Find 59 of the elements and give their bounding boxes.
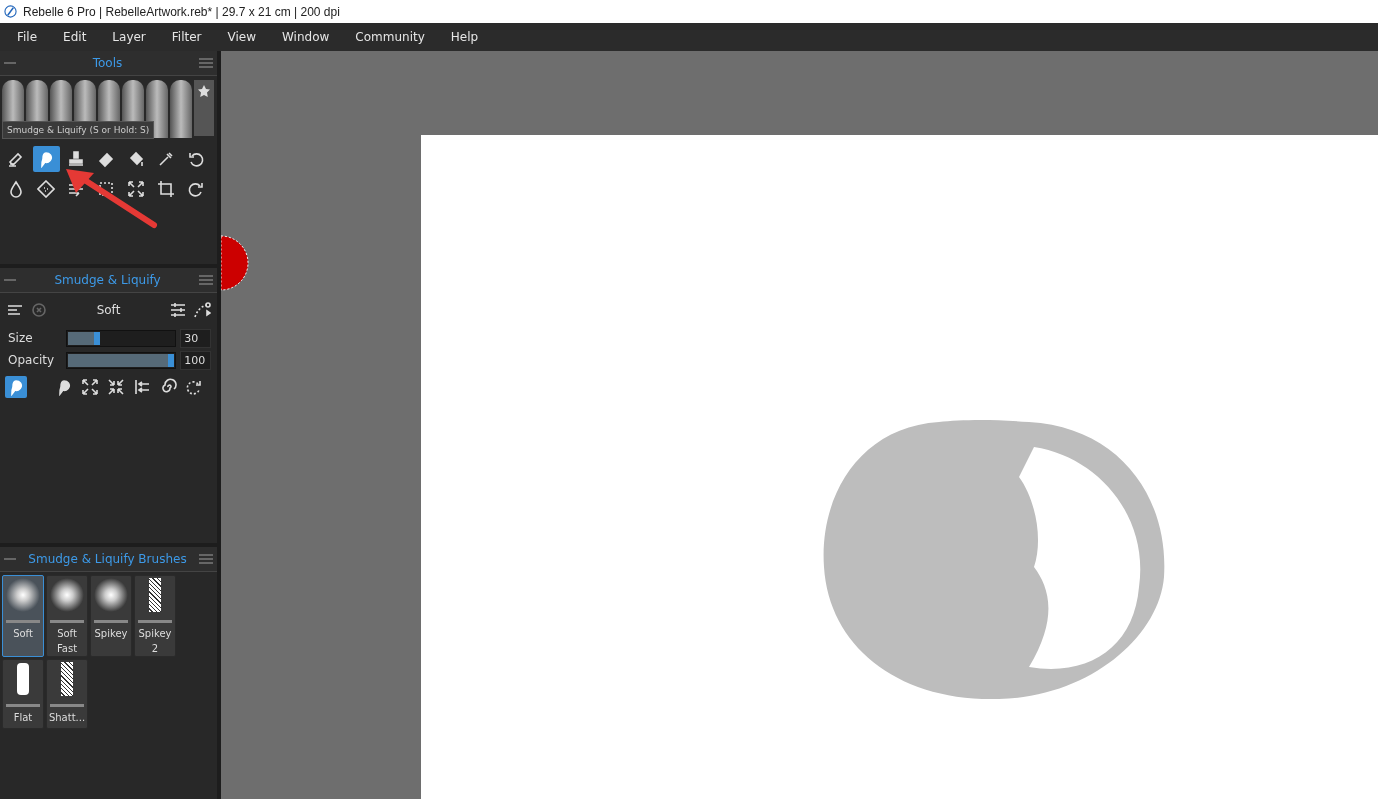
slider-label: Opacity — [8, 353, 56, 367]
shrink-icon — [107, 378, 125, 396]
stamp-icon — [67, 150, 85, 168]
selection-icon — [97, 180, 115, 198]
bucket-icon — [127, 150, 145, 168]
drop-icon — [7, 180, 25, 198]
brush-tile[interactable]: Soft Fast — [46, 575, 88, 657]
redo-icon — [187, 180, 205, 198]
brush-tile[interactable]: Flat — [2, 659, 44, 729]
brush-preview — [61, 662, 73, 696]
push-icon — [133, 378, 151, 396]
brush-preview — [6, 578, 40, 612]
brush-tile[interactable]: Spikey — [90, 575, 132, 657]
menu-item[interactable]: Window — [273, 30, 339, 44]
slider-label: Size — [8, 331, 34, 345]
menu-item[interactable]: Community — [346, 30, 434, 44]
favorites-tab[interactable] — [194, 80, 214, 136]
value-field[interactable]: 30 — [180, 328, 211, 348]
brush-preview — [50, 578, 84, 612]
brush-preview — [94, 578, 128, 612]
menu-item[interactable]: Filter — [162, 30, 211, 44]
menu-item[interactable]: Edit — [54, 30, 96, 44]
menu-icon[interactable] — [199, 275, 213, 285]
expand-icon — [127, 180, 145, 198]
undo-icon — [187, 150, 205, 168]
mode-button[interactable] — [79, 376, 101, 398]
dropper-icon — [157, 150, 175, 168]
brush-tile[interactable]: Shatt... — [46, 659, 88, 729]
eraser-icon — [97, 150, 115, 168]
expand-icon — [81, 378, 99, 396]
app-logo-icon — [4, 5, 17, 18]
preset-name: Soft — [95, 303, 122, 317]
menu-item[interactable]: File — [8, 30, 47, 44]
menu-item[interactable]: Help — [441, 30, 488, 44]
crop-icon — [157, 180, 175, 198]
window-title: Rebelle 6 Pro | RebelleArtwork.reb* | 29.7 x 21 cm | 200 dpi — [23, 4, 340, 19]
menu-item[interactable]: Layer — [103, 30, 155, 44]
menu-item[interactable]: View — [218, 30, 265, 44]
brush-tile[interactable]: Spikey 2 — [134, 575, 176, 657]
panel-title: Tools — [92, 56, 123, 70]
tooltip: Smudge & Liquify (S or Hold: S) — [2, 121, 155, 139]
menu-icon[interactable] — [199, 58, 213, 68]
brush-preview — [149, 578, 161, 612]
value-field[interactable]: 100 — [180, 350, 211, 370]
menu-icon[interactable] — [199, 554, 213, 564]
star-icon — [197, 84, 211, 98]
slider[interactable] — [66, 329, 177, 347]
brush-preview — [17, 663, 29, 695]
pencil-icon — [7, 150, 25, 168]
tile-icon — [37, 180, 55, 198]
panel-title: Smudge & Liquify Brushes — [28, 552, 187, 566]
brush-tool-icon[interactable] — [170, 80, 192, 138]
reset-icon — [30, 301, 48, 319]
rotate-icon — [185, 378, 203, 396]
panel-title: Smudge & Liquify — [54, 273, 161, 287]
tool-button[interactable] — [32, 146, 60, 172]
brush-tile[interactable]: Soft — [2, 575, 44, 657]
curve-icon — [193, 301, 211, 319]
sliders-icon — [169, 301, 187, 319]
